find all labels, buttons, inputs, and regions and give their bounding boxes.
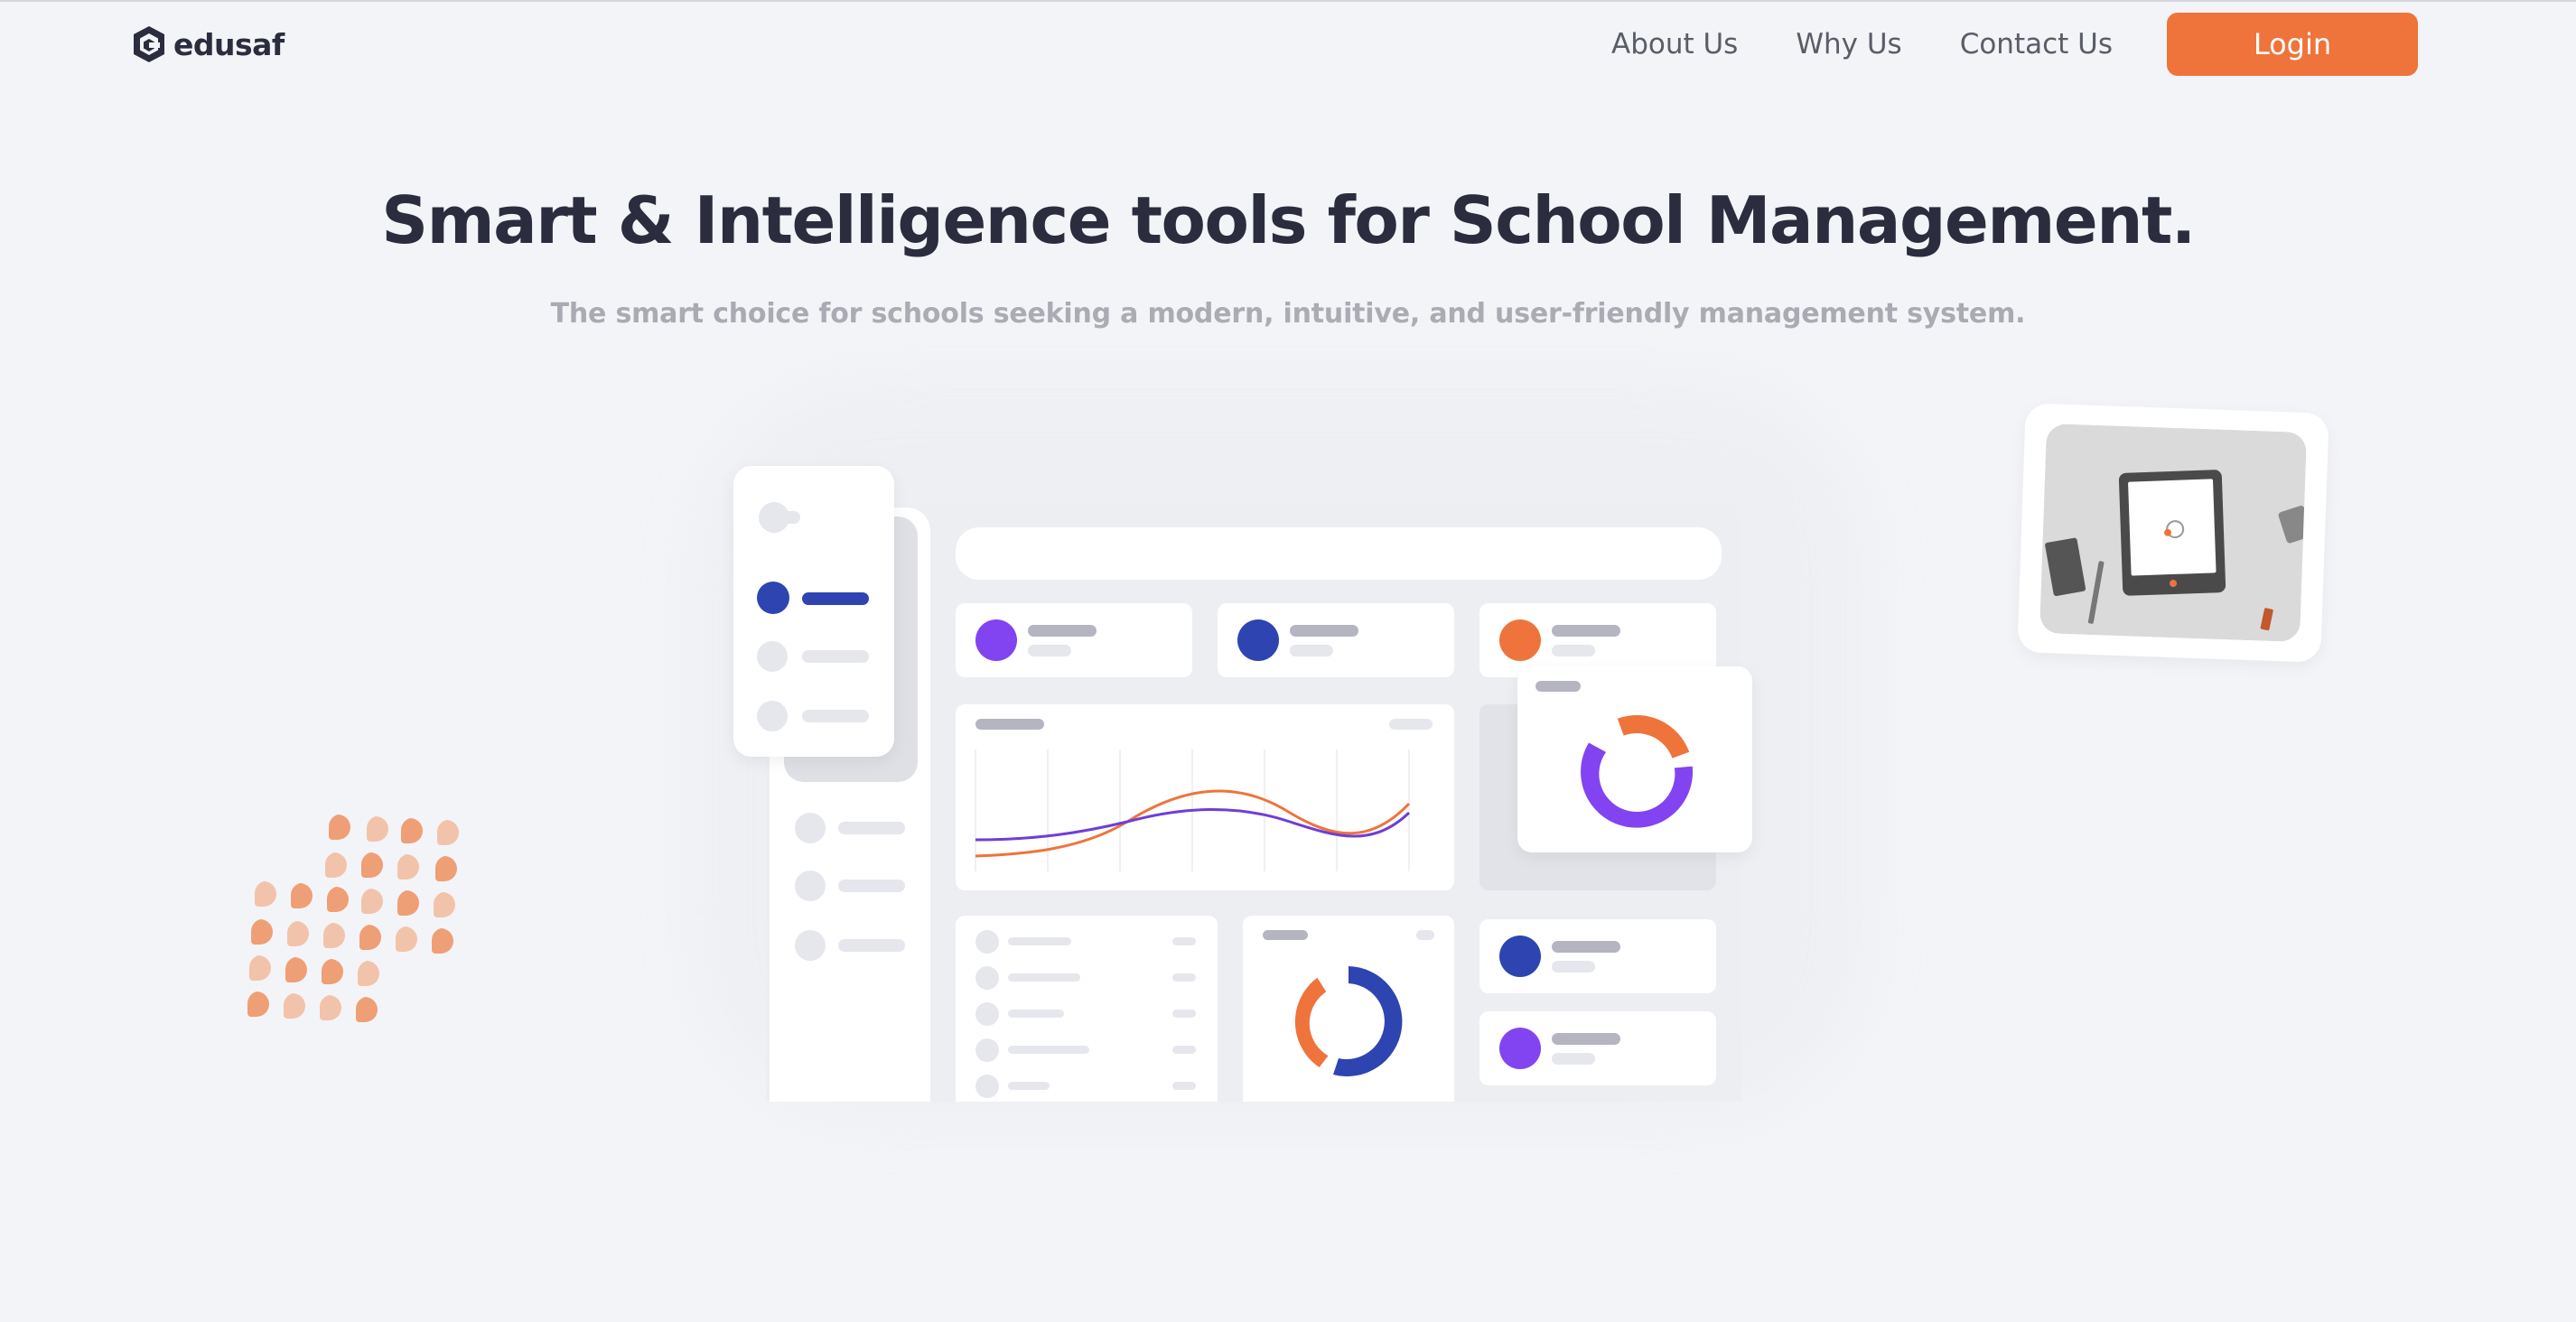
hero-subtitle: The smart choice for schools seeking a m…	[550, 298, 2026, 330]
stat-line	[1028, 645, 1071, 656]
purple-donut-chart	[1581, 715, 1694, 828]
stat-line	[1290, 645, 1333, 656]
user-line	[1552, 1053, 1595, 1065]
login-button[interactable]: Login	[2167, 13, 2418, 76]
brand-logo[interactable]: edusaf	[132, 23, 285, 65]
dashboard-search-bar	[956, 527, 1722, 580]
panel-title-line	[975, 719, 1044, 730]
edusaf-logo-icon	[134, 26, 164, 62]
sidebar-item-dot	[795, 813, 826, 843]
stat-line	[1290, 625, 1358, 637]
list-line	[1008, 973, 1080, 982]
list-meta	[1172, 1046, 1196, 1054]
nav-contact-us[interactable]: Contact Us	[1960, 28, 2113, 61]
list-meta	[1172, 1082, 1196, 1090]
navy-donut-chart	[1294, 966, 1403, 1076]
item-dot	[757, 641, 788, 672]
list-dot	[975, 1075, 999, 1098]
donut-panel	[1243, 916, 1454, 1102]
list-meta	[1172, 973, 1196, 982]
stat-line	[1552, 625, 1620, 637]
card-title-line	[1535, 681, 1581, 692]
list-panel	[956, 916, 1218, 1102]
sidebar-item-line	[838, 822, 905, 834]
brand-name: edusaf	[173, 26, 285, 62]
stat-dot	[975, 619, 1017, 661]
tablet-illustration	[2039, 424, 2307, 642]
stat-card	[956, 603, 1192, 677]
stat-line	[1028, 625, 1097, 637]
floating-donut-card	[1517, 666, 1752, 852]
top-border	[0, 0, 2576, 2]
item-line	[802, 710, 869, 722]
list-line	[1008, 937, 1071, 945]
list-dot	[975, 1038, 999, 1062]
panel-title-line	[1263, 930, 1308, 940]
user-card	[1479, 1011, 1716, 1085]
list-dot	[975, 1002, 999, 1026]
user-dot	[1499, 936, 1541, 977]
list-meta	[1172, 937, 1196, 945]
toggle-bar	[780, 511, 800, 524]
stat-card	[1218, 603, 1454, 677]
active-item-dot	[757, 582, 789, 614]
nav-about-us[interactable]: About Us	[1611, 28, 1738, 61]
user-line	[1552, 941, 1620, 953]
list-dot	[975, 930, 999, 954]
active-item-line	[802, 592, 869, 605]
list-line	[1008, 1046, 1089, 1054]
sidebar-item-line	[838, 939, 905, 952]
item-line	[802, 650, 869, 663]
sidebar-item-dot	[795, 870, 826, 901]
list-line	[1008, 1082, 1050, 1090]
hero-title: Smart & Intelligence tools for School Ma…	[381, 182, 2196, 258]
floating-sidebar-card	[733, 466, 894, 757]
line-chart	[975, 749, 1411, 871]
stat-dot	[1237, 619, 1279, 661]
tablet-photo-card	[2017, 403, 2329, 663]
panel-meta-line	[1389, 719, 1433, 730]
stat-line	[1552, 645, 1595, 656]
sidebar-item-line	[838, 880, 905, 892]
list-meta	[1172, 1010, 1196, 1018]
nav-why-us[interactable]: Why Us	[1796, 28, 1901, 61]
main-nav: About Us Why Us Contact Us Login	[1611, 13, 2418, 76]
user-card	[1479, 919, 1716, 993]
item-dot	[757, 701, 788, 731]
sidebar-item-dot	[795, 930, 826, 961]
user-line	[1552, 961, 1595, 973]
user-dot	[1499, 1028, 1541, 1069]
line-chart-panel	[956, 704, 1454, 890]
panel-meta-line	[1416, 930, 1434, 940]
user-line	[1552, 1033, 1620, 1045]
list-dot	[975, 966, 999, 990]
petal-pattern	[247, 815, 459, 1022]
list-line	[1008, 1010, 1064, 1018]
stat-dot	[1499, 619, 1541, 661]
